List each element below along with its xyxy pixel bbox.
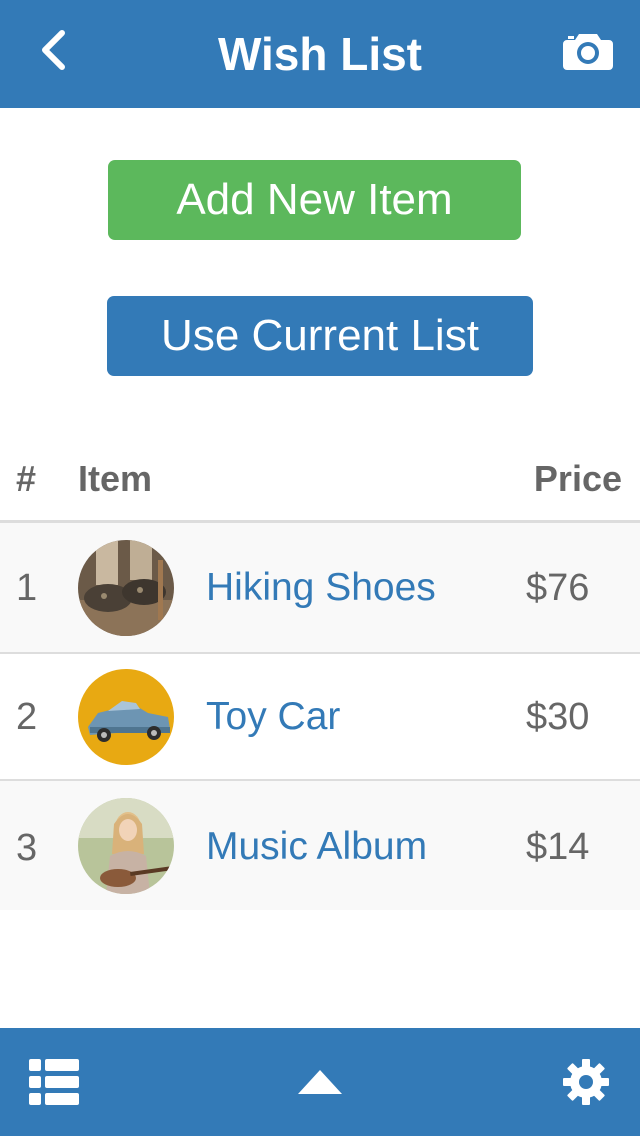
column-header-price: Price <box>533 458 622 499</box>
camera-button[interactable] <box>560 22 616 78</box>
caret-up-icon <box>298 1070 342 1094</box>
item-thumbnail-music-album <box>78 798 174 894</box>
item-thumbnail-hiking-shoes <box>78 540 174 636</box>
add-new-item-button[interactable]: Add New Item <box>108 160 521 240</box>
table-row[interactable]: 3 Music Album $14 <box>0 781 640 910</box>
item-thumbnail-toy-car <box>78 669 174 765</box>
item-name-link[interactable]: Hiking Shoes <box>206 566 436 610</box>
use-current-list-button[interactable]: Use Current List <box>107 296 533 376</box>
item-price: $30 <box>526 696 590 738</box>
bottom-toolbar <box>0 1028 640 1136</box>
list-icon <box>29 1059 79 1105</box>
row-number: 3 <box>16 827 38 869</box>
column-header-item: Item <box>78 458 153 499</box>
header-bar: Wish List <box>0 0 640 108</box>
table-header: # Item Price <box>0 440 640 523</box>
row-number: 1 <box>16 567 38 609</box>
page-title: Wish List <box>217 28 423 80</box>
settings-button[interactable] <box>556 1052 616 1112</box>
item-price: $76 <box>526 567 590 609</box>
row-number: 2 <box>16 696 38 738</box>
expand-up-button[interactable] <box>290 1052 350 1112</box>
item-price: $14 <box>526 826 590 868</box>
item-name-link[interactable]: Music Album <box>206 825 427 869</box>
column-header-number: # <box>16 458 37 499</box>
gear-icon <box>563 1059 609 1105</box>
camera-icon <box>563 34 613 70</box>
table-row[interactable]: 2 Toy Car $30 <box>0 654 640 781</box>
list-view-button[interactable] <box>24 1052 84 1112</box>
wish-list-screen: Wish List Add New Item Use Current List … <box>0 0 640 1136</box>
item-name-link[interactable]: Toy Car <box>206 695 340 739</box>
table-row[interactable]: 1 Hiking Shoes $76 <box>0 523 640 654</box>
